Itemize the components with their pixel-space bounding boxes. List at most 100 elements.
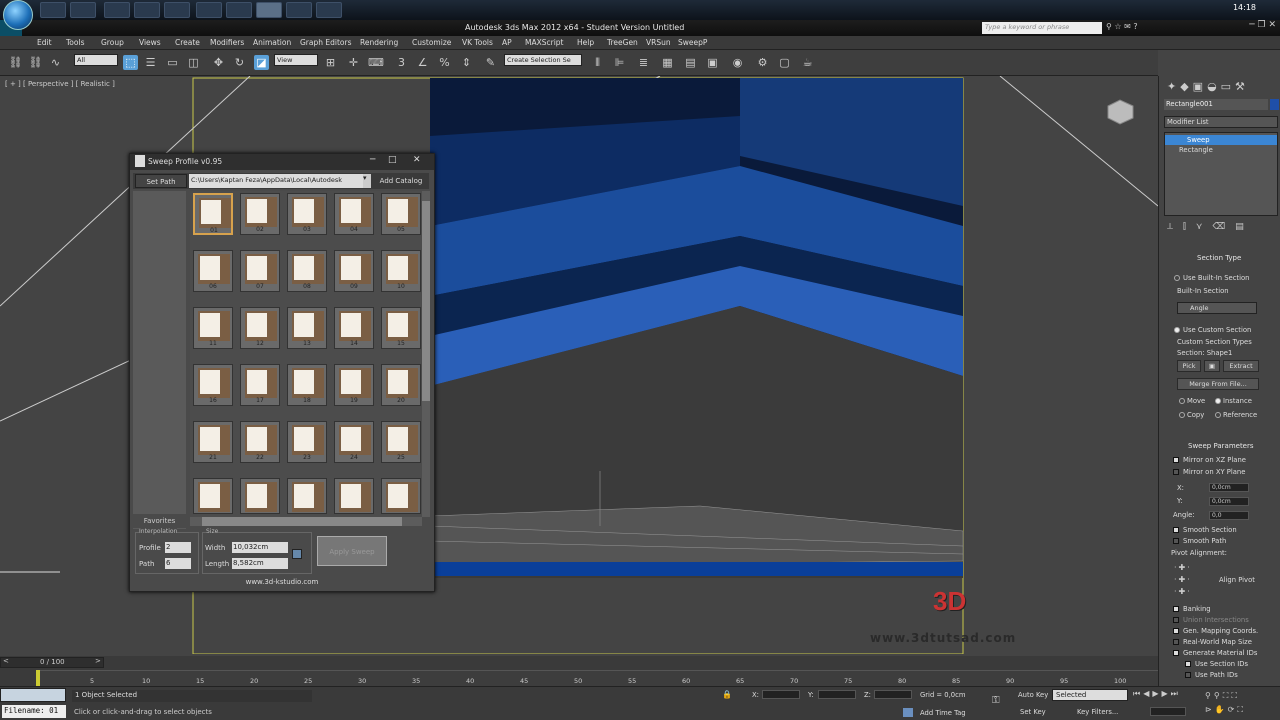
panel-tabs[interactable]: ✦◆▣◒▭⚒ (1167, 80, 1275, 94)
menu-tools[interactable]: Tools (66, 38, 84, 47)
manipulate-icon[interactable]: ✛ (346, 55, 361, 70)
use-section-ids-checkbox[interactable] (1185, 661, 1191, 667)
rect-selection-icon[interactable]: ▭ (165, 55, 180, 70)
menu-help[interactable]: Help (577, 38, 594, 47)
profile-stepper[interactable]: 2 (165, 542, 191, 553)
close-icon[interactable]: ✕ (413, 155, 421, 165)
window-controls[interactable]: ─ ❐ ✕ (1218, 20, 1280, 36)
profile-thumb[interactable]: 11 (193, 307, 233, 349)
profile-thumb[interactable]: 25 (381, 421, 421, 463)
path-dropdown[interactable]: C:\Users\Kaptan Feza\AppData\Local\Autod… (189, 174, 363, 188)
keyboard-shortcut-icon[interactable]: ⌨ (368, 55, 384, 70)
named-selection-dropdown[interactable]: Create Selection Se (504, 54, 582, 66)
vertical-scrollbar[interactable] (422, 191, 430, 517)
profile-thumb[interactable]: 14 (334, 307, 374, 349)
time-tag-icon[interactable] (903, 708, 913, 717)
menu-edit[interactable]: Edit (37, 38, 52, 47)
key-filters-button[interactable]: Key Filters... (1077, 708, 1118, 716)
align-pivot-button[interactable]: Align Pivot (1219, 576, 1255, 584)
menu-rendering[interactable]: Rendering (360, 38, 398, 47)
menu-vrsun[interactable]: VRSun (646, 38, 671, 47)
dialog-title-bar[interactable]: Sweep Profile v0.95 ─ □ ✕ (130, 154, 434, 170)
scale-icon[interactable]: ◪ (254, 55, 269, 70)
current-frame-field[interactable] (1150, 707, 1186, 716)
key-mode-dropdown[interactable]: Selected (1052, 689, 1128, 701)
x-offset-spinner[interactable]: 0,0cm (1209, 483, 1249, 492)
unlink-icon[interactable]: ⛓ (28, 55, 43, 70)
copy-radio[interactable] (1179, 412, 1185, 418)
app-icon[interactable] (316, 2, 342, 18)
pivot-alignment-grid[interactable]: ·✚· ·✚· ·✚· (1174, 562, 1206, 598)
gen-material-ids-checkbox[interactable] (1173, 650, 1179, 656)
prev-frame-icon[interactable]: < (3, 657, 9, 665)
profile-thumb[interactable]: 04 (334, 193, 374, 235)
path-stepper[interactable]: 6 (165, 558, 191, 569)
apply-button[interactable]: Apply Sweep (317, 536, 387, 566)
pick-button[interactable]: Pick (1177, 360, 1201, 372)
menu-customize[interactable]: Customize (412, 38, 451, 47)
word-icon[interactable] (286, 2, 312, 18)
menu-ap[interactable]: AP (502, 38, 512, 47)
schematic-view-icon[interactable]: ▣ (705, 55, 720, 70)
z-coord-field[interactable] (874, 690, 912, 699)
lock-icon[interactable] (292, 549, 302, 559)
mirror-icon[interactable]: ⫴ (590, 55, 605, 70)
explorer-icon[interactable] (70, 2, 96, 18)
profile-thumb[interactable]: 19 (334, 364, 374, 406)
favorites-tab[interactable]: Favorites (133, 514, 186, 528)
undo-link-icon[interactable]: ⛓ (8, 55, 23, 70)
sweep-parameters-rollout[interactable]: Sweep Parameters (1188, 442, 1254, 450)
stack-item-rectangle[interactable]: Rectangle (1165, 145, 1277, 155)
infocenter-icons[interactable]: ⚲ ☆ ✉ ? (1106, 22, 1166, 34)
smooth-path-checkbox[interactable] (1173, 538, 1179, 544)
object-name-field[interactable]: Rectangle001 (1164, 99, 1268, 110)
horizontal-scrollbar[interactable] (190, 517, 422, 526)
object-color-swatch[interactable] (1270, 99, 1279, 110)
profile-thumb[interactable]: 20 (381, 364, 421, 406)
profile-thumb[interactable] (334, 478, 374, 514)
profile-thumb[interactable]: 15 (381, 307, 421, 349)
profile-thumb[interactable]: 16 (193, 364, 233, 406)
profile-thumb[interactable]: 12 (240, 307, 280, 349)
profile-thumb[interactable]: 13 (287, 307, 327, 349)
pivot-icon[interactable]: ⊞ (323, 55, 338, 70)
angle-spinner[interactable]: 0,0 (1209, 511, 1249, 520)
edit-named-selection-icon[interactable]: ✎ (483, 55, 498, 70)
render-setup-icon[interactable]: ⚙ (755, 55, 770, 70)
ref-coord-dropdown[interactable]: View (274, 54, 318, 66)
width-field[interactable]: 10,032cm (232, 542, 288, 553)
pick-shape-icon[interactable]: ▣ (1204, 360, 1220, 372)
reference-radio[interactable] (1215, 412, 1221, 418)
profile-thumb[interactable]: 07 (240, 250, 280, 292)
y-offset-spinner[interactable]: 0,0cm (1209, 497, 1249, 506)
profile-thumb[interactable]: 18 (287, 364, 327, 406)
y-coord-field[interactable] (818, 690, 856, 699)
profile-thumb[interactable] (193, 478, 233, 514)
bind-space-warp-icon[interactable]: ∿ (48, 55, 63, 70)
auto-key-button[interactable]: Auto Key (1018, 691, 1048, 699)
select-by-name-icon[interactable]: ☰ (143, 55, 158, 70)
menu-vk-tools[interactable]: VK Tools (462, 38, 493, 47)
playback-controls[interactable]: ⏮◀▶▶⏭ (1133, 689, 1205, 701)
add-time-tag-button[interactable]: Add Time Tag (920, 709, 966, 717)
track-bar[interactable] (36, 670, 1158, 686)
next-frame-icon[interactable]: > (95, 657, 101, 665)
section-type-rollout[interactable]: Section Type (1197, 254, 1241, 262)
viewport-label[interactable]: [ + ] [ Perspective ] [ Realistic ] (5, 80, 115, 88)
ie-icon[interactable] (40, 2, 66, 18)
menu-create[interactable]: Create (175, 38, 200, 47)
profile-thumb[interactable]: 08 (287, 250, 327, 292)
modifier-list-dropdown[interactable]: Modifier List (1164, 116, 1278, 128)
mirror-xy-checkbox[interactable] (1173, 469, 1179, 475)
rendered-frame-icon[interactable]: ▢ (777, 55, 792, 70)
move-icon[interactable]: ✥ (211, 55, 226, 70)
menu-graph-editors[interactable]: Graph Editors (300, 38, 352, 47)
spinner-snap-icon[interactable]: ⇕ (459, 55, 474, 70)
curve-editor-icon[interactable]: ▤ (683, 55, 698, 70)
mirror-xz-checkbox[interactable] (1173, 457, 1179, 463)
set-key-button[interactable]: Set Key (1020, 708, 1046, 716)
align-icon[interactable]: ⊫ (612, 55, 627, 70)
material-editor-icon[interactable]: ◉ (730, 55, 745, 70)
render-icon[interactable]: ☕ (800, 55, 815, 70)
start-button[interactable] (3, 0, 33, 30)
